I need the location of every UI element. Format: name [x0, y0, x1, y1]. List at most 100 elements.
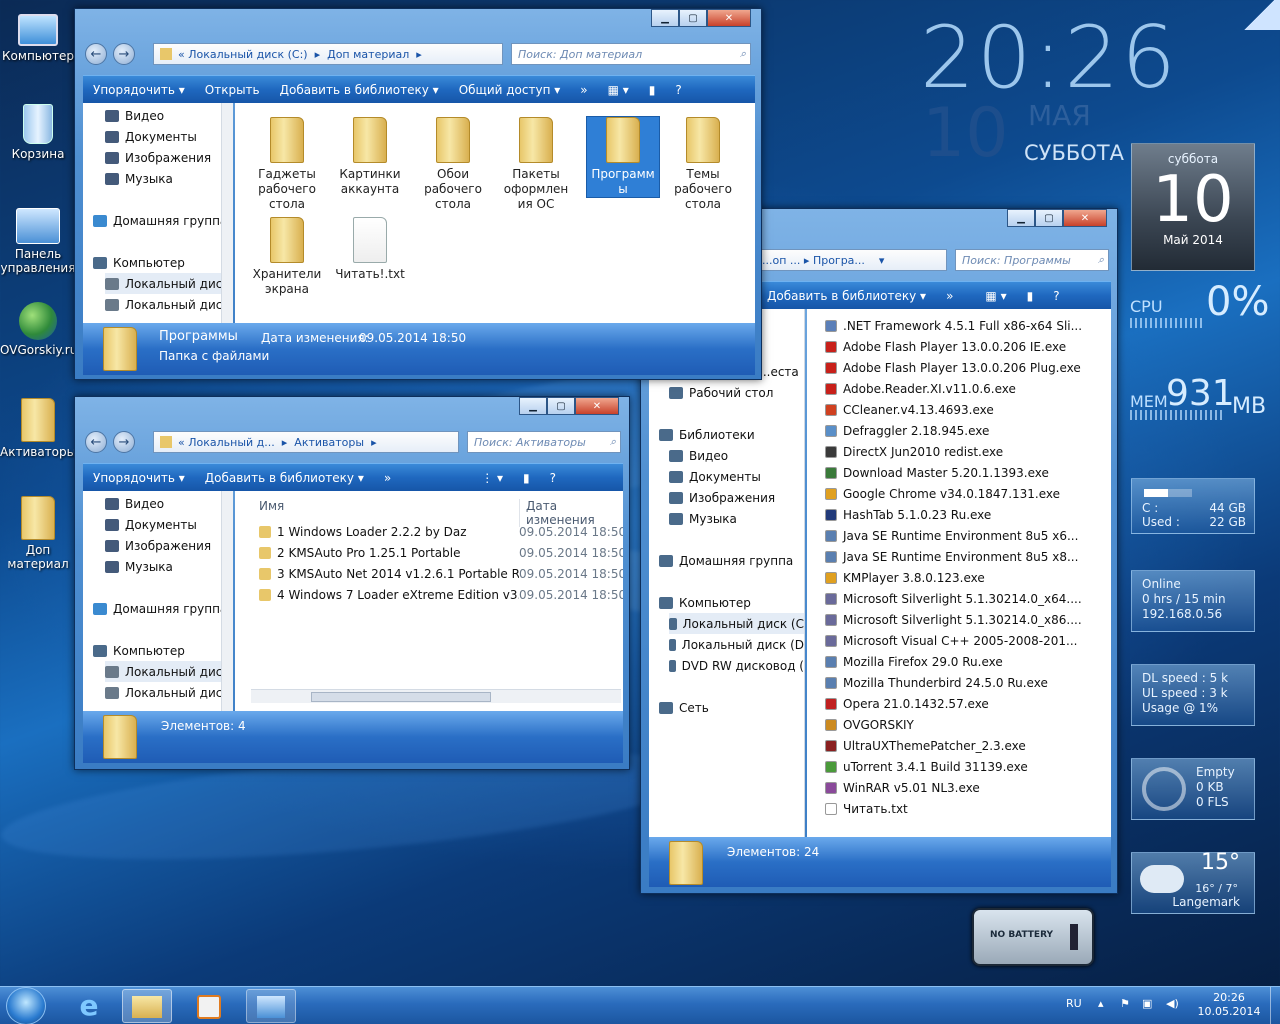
more-button[interactable]: »: [374, 471, 401, 485]
nav-item[interactable]: Домашняя группа: [93, 598, 232, 619]
organize-button[interactable]: Упорядочить ▾: [83, 83, 195, 97]
more-button[interactable]: »: [570, 83, 597, 97]
view-icon[interactable]: ⋮ ▾: [471, 471, 513, 485]
list-item[interactable]: Adobe Flash Player 13.0.0.206 IE.exe: [825, 336, 1111, 357]
address-bar[interactable]: « Локальный д... ▸ Активаторы ▸: [153, 431, 459, 453]
preview-pane-icon[interactable]: ▮: [513, 471, 540, 485]
nav-item[interactable]: DVD RW дисковод (: [669, 655, 804, 676]
nav-item[interactable]: Музыка: [105, 168, 232, 189]
add-to-library-button[interactable]: Добавить в библиотеку ▾: [757, 289, 936, 303]
nav-item[interactable]: Видео: [105, 493, 232, 514]
volume-icon[interactable]: ◀): [1166, 997, 1179, 1010]
list-item[interactable]: .NET Framework 4.5.1 Full x86-x64 Sli...: [825, 315, 1111, 336]
nav-item[interactable]: Локальный диск: [105, 273, 232, 294]
list-item[interactable]: OVGORSKIY: [825, 714, 1111, 735]
folder-item[interactable]: Картинки аккаунта: [334, 117, 406, 197]
desktop-icon-recycle-bin[interactable]: Корзина: [0, 104, 76, 161]
start-button[interactable]: [6, 987, 46, 1024]
nav-item[interactable]: Сеть: [659, 697, 804, 718]
tray-clock[interactable]: 20:26 10.05.2014: [1196, 991, 1262, 1019]
list-item[interactable]: Microsoft Visual C++ 2005-2008-201...: [825, 630, 1111, 651]
add-to-library-button[interactable]: Добавить в библиотеку ▾: [195, 471, 374, 485]
show-hidden-icons-icon[interactable]: ▴: [1098, 997, 1104, 1010]
desktop-icon-computer[interactable]: Компьютер: [0, 10, 76, 63]
battery-gadget[interactable]: NO BATTERY: [972, 908, 1094, 966]
breadcrumb-overflow[interactable]: «: [178, 48, 185, 61]
list-item[interactable]: KMPlayer 3.8.0.123.exe: [825, 567, 1111, 588]
list-item[interactable]: UltraUXThemePatcher_2.3.exe: [825, 735, 1111, 756]
close-button[interactable]: ✕: [707, 9, 751, 27]
show-desktop-button[interactable]: [1270, 987, 1280, 1024]
organize-button[interactable]: Упорядочить ▾: [83, 471, 195, 485]
network-icon[interactable]: ▣: [1142, 997, 1152, 1010]
network-gadget[interactable]: Online 0 hrs / 15 min 192.168.0.56: [1131, 570, 1255, 632]
list-item[interactable]: Microsoft Silverlight 5.1.30214.0_x64...…: [825, 588, 1111, 609]
view-icon[interactable]: ▦ ▾: [975, 289, 1016, 303]
breadcrumb-part[interactable]: ...оп ...: [762, 254, 800, 267]
list-item[interactable]: Mozilla Firefox 29.0 Ru.exe: [825, 651, 1111, 672]
nav-item[interactable]: Документы: [669, 466, 804, 487]
list-item[interactable]: Download Master 5.20.1.1393.exe: [825, 462, 1111, 483]
breadcrumb-part[interactable]: Локальный диск (C:): [188, 48, 307, 61]
list-item[interactable]: WinRAR v5.01 NL3.exe: [825, 777, 1111, 798]
list-item[interactable]: Microsoft Silverlight 5.1.30214.0_x86...…: [825, 609, 1111, 630]
nav-item[interactable]: Домашняя группа: [659, 550, 804, 571]
nav-item[interactable]: Компьютер: [93, 252, 232, 273]
help-icon[interactable]: ?: [1043, 289, 1069, 303]
folder-item[interactable]: Обои рабочего стола: [417, 117, 489, 212]
media-player-icon[interactable]: [184, 989, 234, 1023]
weather-gadget[interactable]: 15° 16° / 7° Langemark: [1131, 852, 1255, 914]
nav-item[interactable]: Локальный диск (D: [669, 634, 804, 655]
folder-item[interactable]: Темы рабочего стола: [667, 117, 739, 212]
nav-item[interactable]: Музыка: [105, 556, 232, 577]
close-button[interactable]: ✕: [575, 397, 619, 415]
minimize-button[interactable]: ▁: [519, 397, 547, 415]
forward-button[interactable]: →: [113, 431, 135, 453]
chevron-down-icon[interactable]: ▾: [879, 254, 885, 267]
nav-item[interactable]: Компьютер: [93, 640, 232, 661]
list-item[interactable]: Opera 21.0.1432.57.exe: [825, 693, 1111, 714]
folder-item[interactable]: Читать!.txt: [334, 217, 406, 282]
list-item[interactable]: Google Chrome v34.0.1847.131.exe: [825, 483, 1111, 504]
calendar-gadget[interactable]: суббота 10 Май 2014: [1131, 143, 1255, 271]
search-input[interactable]: Поиск: Программы ⌕: [955, 249, 1109, 271]
list-item[interactable]: Adobe.Reader.XI.v11.0.6.exe: [825, 378, 1111, 399]
control-panel-icon[interactable]: [246, 989, 296, 1023]
back-button[interactable]: ←: [85, 431, 107, 453]
nav-item[interactable]: Видео: [105, 105, 232, 126]
list-item[interactable]: Defraggler 2.18.945.exe: [825, 420, 1111, 441]
list-item[interactable]: DirectX Jun2010 redist.exe: [825, 441, 1111, 462]
open-button[interactable]: Открыть: [195, 83, 270, 97]
address-bar[interactable]: ...оп ... ▸ Програ... ▾: [757, 249, 947, 271]
help-icon[interactable]: ?: [665, 83, 691, 97]
preview-pane-icon[interactable]: ▮: [1017, 289, 1044, 303]
nav-item[interactable]: Локальный диск: [105, 294, 232, 315]
table-row[interactable]: 1 Windows Loader 2.2.2 by Daz 09.05.2014 …: [259, 521, 623, 542]
speed-gadget[interactable]: DL speed : 5 k UL speed : 3 k Usage @ 1%: [1131, 664, 1255, 726]
help-icon[interactable]: ?: [540, 471, 566, 485]
breadcrumb-overflow[interactable]: «: [178, 436, 185, 449]
explorer-window-extra-material[interactable]: ▁ ▢ ✕ ← → « Локальный диск (C:) ▸ Доп ма…: [74, 8, 762, 380]
desktop-icon-control-panel[interactable]: Панель управления: [0, 208, 76, 275]
table-row[interactable]: 2 KMSAuto Pro 1.25.1 Portable 09.05.2014 …: [259, 542, 623, 563]
nav-item[interactable]: Локальный диск: [105, 682, 232, 703]
list-item[interactable]: HashTab 5.1.0.23 Ru.exe: [825, 504, 1111, 525]
nav-item[interactable]: Локальный диск (С: [669, 613, 804, 634]
breadcrumb-part[interactable]: Доп материал: [327, 48, 409, 61]
minimize-button[interactable]: ▁: [1007, 209, 1035, 227]
internet-explorer-icon[interactable]: e: [64, 989, 114, 1023]
maximize-button[interactable]: ▢: [679, 9, 707, 27]
maximize-button[interactable]: ▢: [547, 397, 575, 415]
preview-pane-icon[interactable]: ▮: [639, 83, 666, 97]
nav-item[interactable]: Изображения: [669, 487, 804, 508]
maximize-button[interactable]: ▢: [1035, 209, 1063, 227]
table-row[interactable]: 3 KMSAuto Net 2014 v1.2.6.1 Portable RU 0…: [259, 563, 623, 584]
nav-item[interactable]: Локальный диск: [105, 661, 232, 682]
list-item[interactable]: CCleaner.v4.13.4693.exe: [825, 399, 1111, 420]
folder-item[interactable]: Программ ы: [586, 116, 660, 198]
more-button[interactable]: »: [936, 289, 963, 303]
breadcrumb-part[interactable]: Активаторы: [294, 436, 364, 449]
file-explorer-icon[interactable]: [122, 989, 172, 1023]
nav-item[interactable]: Документы: [105, 514, 232, 535]
nav-item[interactable]: Домашняя группа: [93, 210, 232, 231]
